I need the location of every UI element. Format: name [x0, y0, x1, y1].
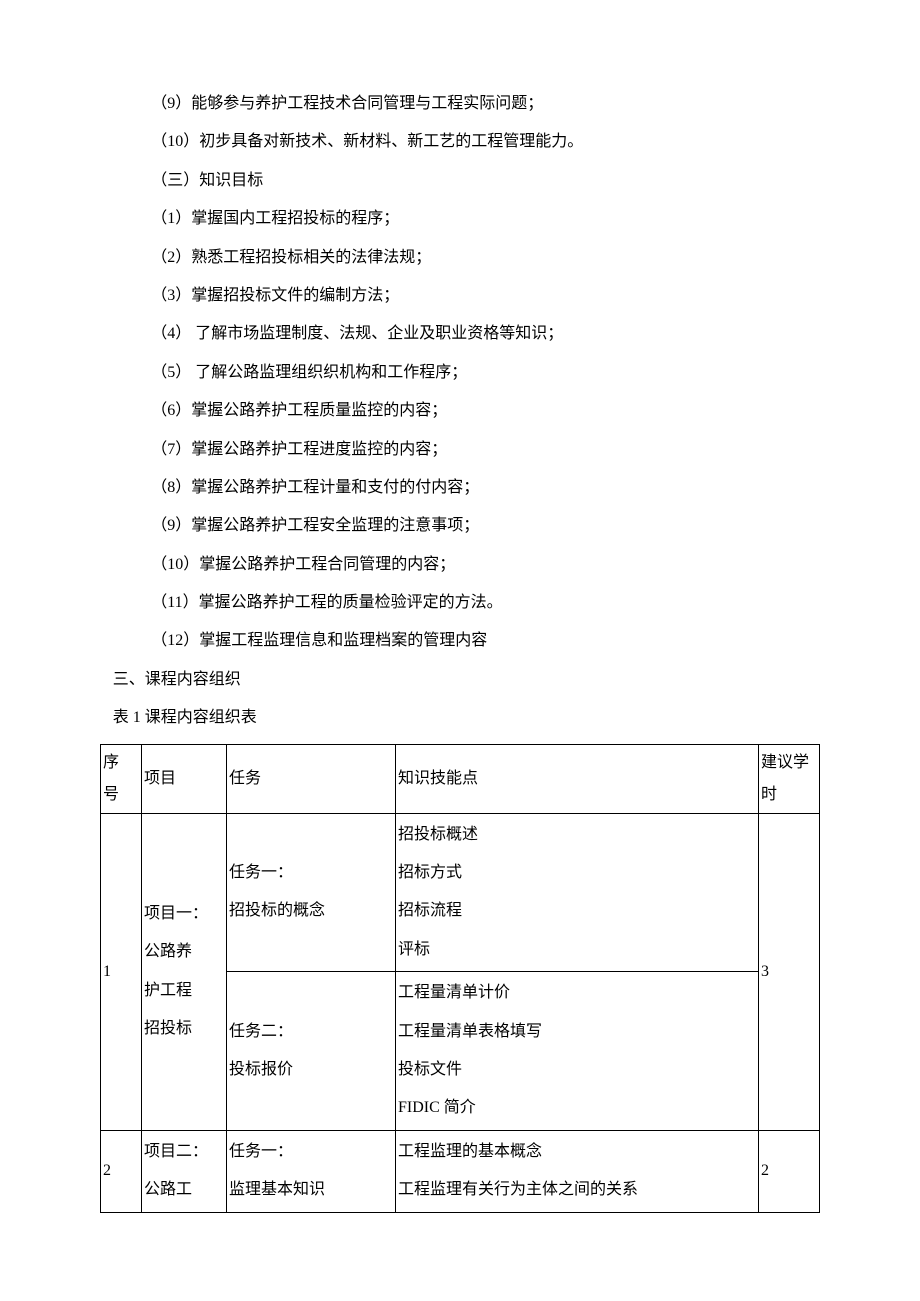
task11-l1: 任务一：	[229, 854, 393, 892]
cell-project-2: 项目二： 公路工	[142, 1130, 227, 1212]
proj1-l3: 护工程	[144, 972, 224, 1010]
k12-l2: 工程量清单表格填写	[398, 1013, 756, 1051]
proj2-l2: 公路工	[144, 1171, 224, 1209]
knowledge-item-9: （9）掌握公路养护工程安全监理的注意事项；	[100, 507, 820, 545]
proj2-l1: 项目二：	[144, 1133, 224, 1171]
col-task: 任务	[227, 744, 396, 813]
table-1-caption: 表 1 课程内容组织表	[100, 699, 820, 737]
cell-seq-1: 1	[101, 813, 142, 1130]
knowledge-item-1: （1）掌握国内工程招投标的程序；	[100, 200, 820, 238]
cell-knowledge-2-1: 工程监理的基本概念 工程监理有关行为主体之间的关系	[396, 1130, 759, 1212]
knowledge-item-3: （3）掌握招投标文件的编制方法；	[100, 277, 820, 315]
col-project: 项目	[142, 744, 227, 813]
task21-l1: 任务一：	[229, 1133, 393, 1171]
k21-l2: 工程监理有关行为主体之间的关系	[398, 1171, 756, 1209]
col-seq-l2: 号	[103, 779, 139, 811]
proj1-l4: 招投标	[144, 1010, 224, 1048]
heading-knowledge-objectives: （三）知识目标	[100, 162, 820, 200]
table-header-row: 序 号 项目 任务 知识技能点 建议学 时	[101, 744, 820, 813]
col-hours: 建议学 时	[759, 744, 820, 813]
table-row: 2 项目二： 公路工 任务一： 监理基本知识 工程监理的基本概念 工程监理有关行…	[101, 1130, 820, 1212]
knowledge-item-2: （2）熟悉工程招投标相关的法律法规；	[100, 239, 820, 277]
task21-l2: 监理基本知识	[229, 1171, 393, 1209]
col-seq-l1: 序	[103, 747, 139, 779]
knowledge-item-7: （7）掌握公路养护工程进度监控的内容；	[100, 431, 820, 469]
k11-l3: 招标流程	[398, 892, 756, 930]
k12-l4: FIDIC 简介	[398, 1089, 756, 1127]
ability-item-9: （9）能够参与养护工程技术合同管理与工程实际问题；	[100, 85, 820, 123]
k12-l1: 工程量清单计价	[398, 974, 756, 1012]
knowledge-item-10: （10）掌握公路养护工程合同管理的内容；	[100, 546, 820, 584]
cell-knowledge-1-1: 招投标概述 招标方式 招标流程 评标	[396, 813, 759, 972]
k11-l2: 招标方式	[398, 854, 756, 892]
task11-l2: 招投标的概念	[229, 892, 393, 930]
knowledge-item-4: （4） 了解市场监理制度、法规、企业及职业资格等知识；	[100, 315, 820, 353]
knowledge-item-11: （11）掌握公路养护工程的质量检验评定的方法。	[100, 584, 820, 622]
k11-l4: 评标	[398, 931, 756, 969]
course-content-table: 序 号 项目 任务 知识技能点 建议学 时 1 项目一： 公路养 护工程 招投标	[100, 744, 820, 1213]
knowledge-item-5: （5） 了解公路监理组织织机构和工作程序；	[100, 354, 820, 392]
knowledge-item-8: （8）掌握公路养护工程计量和支付的付内容；	[100, 469, 820, 507]
ability-item-10: （10）初步具备对新技术、新材料、新工艺的工程管理能力。	[100, 123, 820, 161]
col-hours-l1: 建议学	[761, 747, 817, 779]
table-row: 1 项目一： 公路养 护工程 招投标 任务一： 招投标的概念 招投标概述 招标方	[101, 813, 820, 972]
cell-hours-1: 3	[759, 813, 820, 1130]
proj1-l2: 公路养	[144, 933, 224, 971]
task12-l1: 任务二：	[229, 1013, 393, 1051]
k11-l1: 招投标概述	[398, 816, 756, 854]
cell-hours-2: 2	[759, 1130, 820, 1212]
cell-project-1: 项目一： 公路养 护工程 招投标	[142, 813, 227, 1130]
cell-task-1-1: 任务一： 招投标的概念	[227, 813, 396, 972]
section-3-heading: 三、课程内容组织	[100, 661, 820, 699]
cell-task-1-2: 任务二： 投标报价	[227, 972, 396, 1131]
cell-knowledge-1-2: 工程量清单计价 工程量清单表格填写 投标文件 FIDIC 简介	[396, 972, 759, 1131]
proj1-l1: 项目一：	[144, 895, 224, 933]
k21-l1: 工程监理的基本概念	[398, 1133, 756, 1171]
knowledge-item-12: （12）掌握工程监理信息和监理档案的管理内容	[100, 622, 820, 660]
cell-task-2-1: 任务一： 监理基本知识	[227, 1130, 396, 1212]
col-hours-l2: 时	[761, 779, 817, 811]
document-page: （9）能够参与养护工程技术合同管理与工程实际问题； （10）初步具备对新技术、新…	[0, 0, 920, 1273]
col-seq: 序 号	[101, 744, 142, 813]
k12-l3: 投标文件	[398, 1051, 756, 1089]
cell-seq-2: 2	[101, 1130, 142, 1212]
task12-l2: 投标报价	[229, 1051, 393, 1089]
knowledge-item-6: （6）掌握公路养护工程质量监控的内容；	[100, 392, 820, 430]
col-knowledge: 知识技能点	[396, 744, 759, 813]
